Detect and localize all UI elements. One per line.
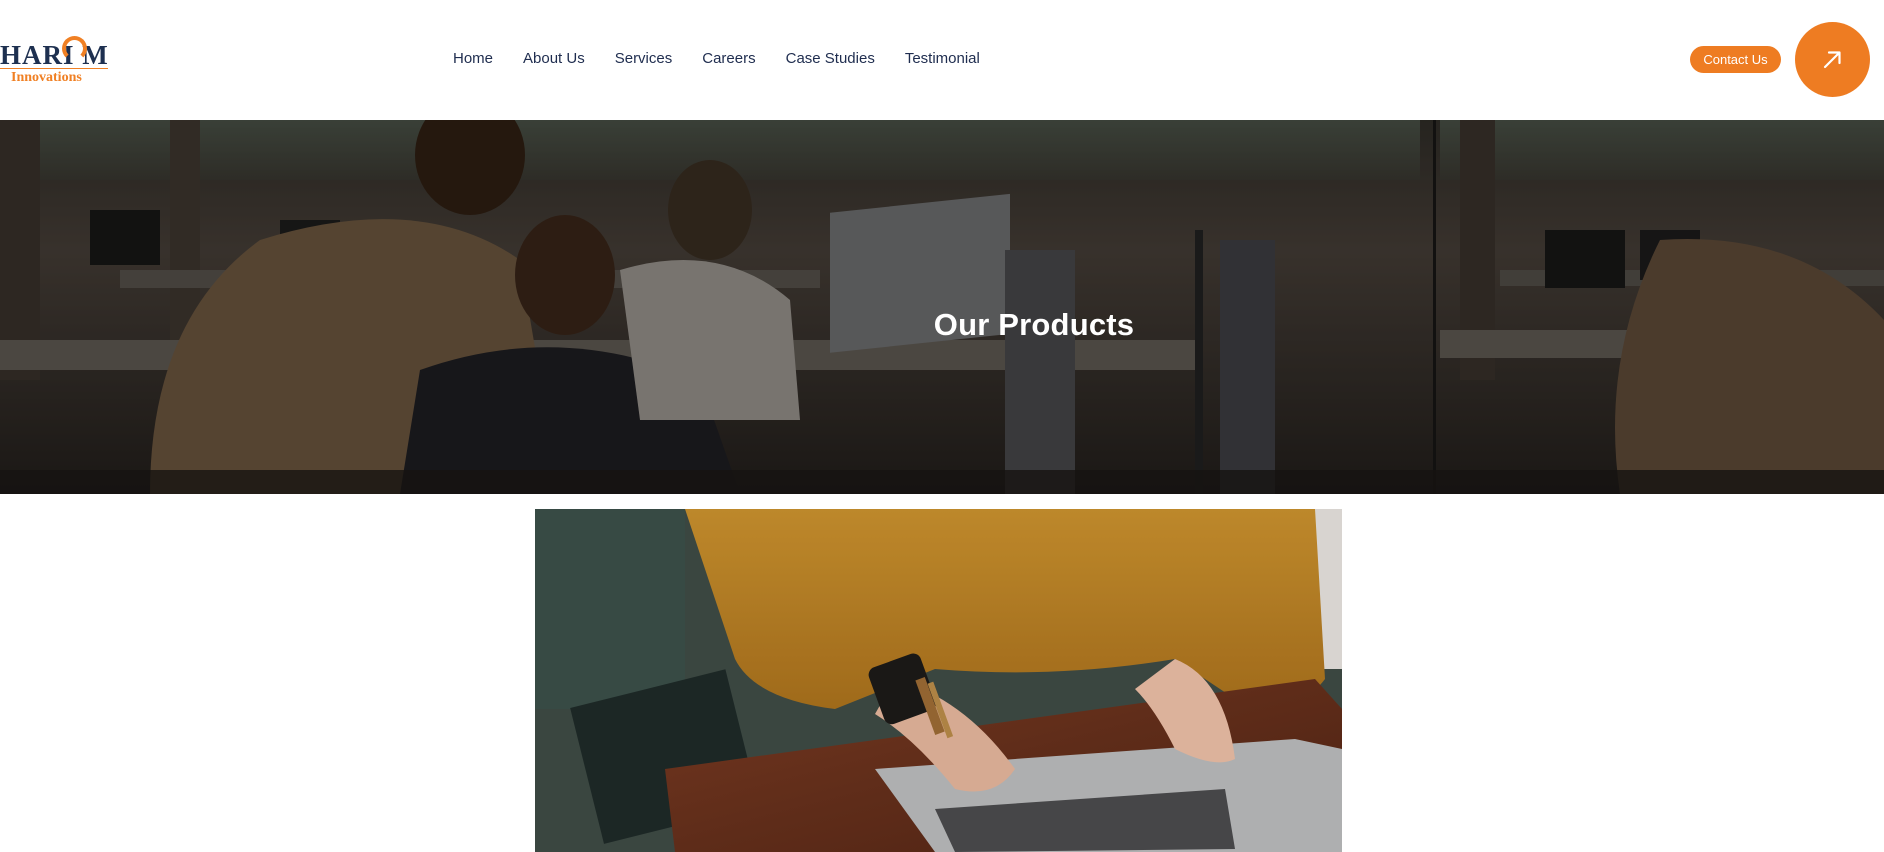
- logo-o-ring: [62, 36, 87, 61]
- nav-case-studies[interactable]: Case Studies: [786, 50, 875, 70]
- logo-wordmark: HARI M: [0, 40, 109, 70]
- site-header: HARI M Innovations Home About Us Service…: [0, 0, 1884, 120]
- nav-home[interactable]: Home: [453, 50, 493, 70]
- product-image: [535, 509, 1342, 852]
- nav-testimonial[interactable]: Testimonial: [905, 50, 980, 70]
- logo[interactable]: HARI M Innovations: [0, 34, 112, 86]
- logo-divider: [0, 68, 108, 69]
- main-nav: Home About Us Services Careers Case Stud…: [453, 50, 1010, 70]
- arrow-up-right-icon: [1823, 51, 1841, 69]
- nav-careers[interactable]: Careers: [702, 50, 755, 70]
- floating-action-button[interactable]: [1795, 22, 1870, 97]
- nav-about-us[interactable]: About Us: [523, 50, 585, 70]
- hero-banner: Our Products: [0, 120, 1884, 494]
- laptop-typing-photo: [535, 509, 1342, 852]
- nav-services[interactable]: Services: [615, 50, 673, 70]
- logo-subtitle: Innovations: [11, 70, 82, 85]
- contact-us-button[interactable]: Contact Us: [1690, 46, 1781, 73]
- page-title: Our Products: [933, 307, 1135, 342]
